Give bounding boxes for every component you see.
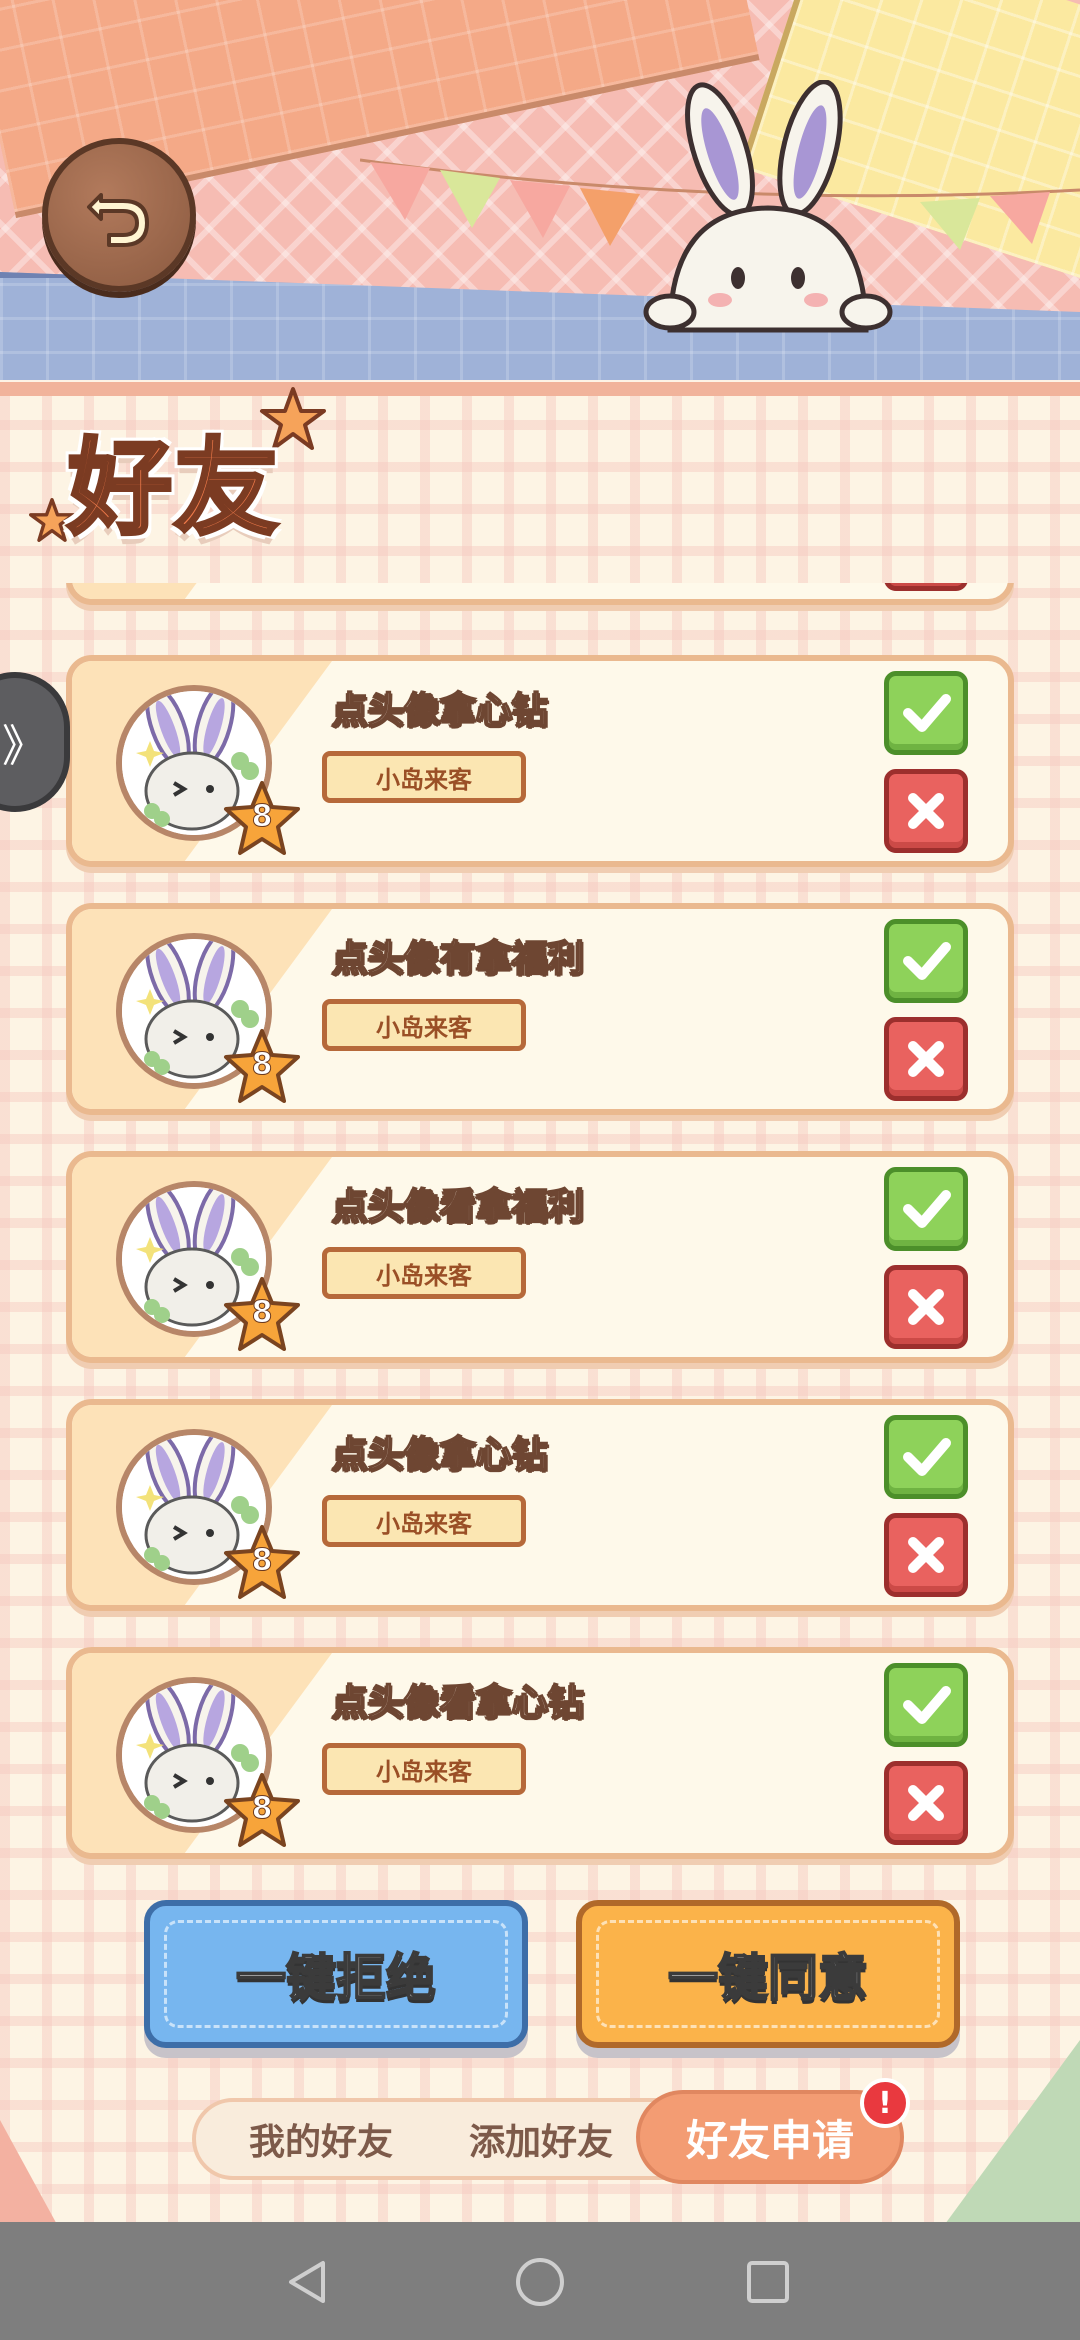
friend-name: 点头像拿心钻 bbox=[331, 1433, 549, 1476]
decline-button[interactable] bbox=[884, 1513, 968, 1597]
accept-button[interactable] bbox=[884, 1663, 968, 1747]
reject-all-button[interactable]: 一键拒绝 bbox=[144, 1900, 528, 2048]
friend-request-card: 8 点头像看拿心钻 小岛来客 bbox=[66, 1647, 1014, 1859]
friends-tab-bar: 我的好友 添加好友 好友申请 bbox=[192, 2090, 904, 2184]
square-recents-icon bbox=[747, 2261, 789, 2303]
nav-back-button[interactable] bbox=[278, 2252, 338, 2312]
level-number: 8 bbox=[251, 1543, 273, 1579]
back-button[interactable] bbox=[42, 138, 196, 292]
triangle-back-icon bbox=[289, 2261, 325, 2303]
nav-recents-button[interactable] bbox=[738, 2252, 798, 2312]
friend-request-card-partial bbox=[66, 583, 1014, 605]
level-number: 8 bbox=[251, 1295, 273, 1331]
close-icon bbox=[908, 1537, 944, 1573]
page-title-badge: 好友 bbox=[28, 385, 338, 555]
accept-all-button[interactable]: 一键同意 bbox=[576, 1900, 960, 2048]
double-chevron-right-icon: 》 bbox=[2, 721, 46, 772]
header-banner bbox=[0, 0, 1080, 380]
check-icon bbox=[903, 942, 951, 980]
friend-name: 点头像看拿福利 bbox=[331, 1185, 585, 1228]
friend-tag: 小岛来客 bbox=[322, 751, 526, 803]
tab-my-friends[interactable]: 我的好友 bbox=[216, 2102, 426, 2176]
circle-home-icon bbox=[516, 2258, 564, 2306]
system-nav-bar bbox=[0, 2222, 1080, 2340]
check-icon bbox=[903, 1686, 951, 1724]
friend-tag: 小岛来客 bbox=[322, 1743, 526, 1795]
accept-button[interactable] bbox=[884, 1167, 968, 1251]
nav-home-button[interactable] bbox=[510, 2252, 570, 2312]
level-number: 8 bbox=[251, 799, 273, 835]
page-title: 好友 bbox=[66, 425, 281, 551]
accept-all-label: 一键同意 bbox=[667, 1948, 869, 2008]
level-badge: 8 bbox=[222, 1771, 302, 1851]
bunny-icon bbox=[643, 80, 893, 333]
level-number: 8 bbox=[251, 1047, 273, 1083]
friend-name: 点头像看拿心钻 bbox=[331, 1681, 585, 1724]
level-badge: 8 bbox=[222, 779, 302, 859]
accept-button[interactable] bbox=[884, 671, 968, 755]
decline-button[interactable] bbox=[884, 583, 968, 591]
level-badge: 8 bbox=[222, 1523, 302, 1603]
check-icon bbox=[903, 694, 951, 732]
alert-badge: ! bbox=[860, 2078, 910, 2128]
decline-button[interactable] bbox=[884, 769, 968, 853]
close-icon bbox=[908, 793, 944, 829]
friend-tag: 小岛来客 bbox=[322, 999, 526, 1051]
friend-request-card: 8 点头像拿心钻 小岛来客 bbox=[66, 1399, 1014, 1611]
decline-button[interactable] bbox=[884, 1017, 968, 1101]
accept-button[interactable] bbox=[884, 1415, 968, 1499]
level-badge: 8 bbox=[222, 1275, 302, 1355]
check-icon bbox=[903, 1438, 951, 1476]
friend-name: 点头像拿心钻 bbox=[331, 689, 549, 732]
level-number: 8 bbox=[251, 1791, 273, 1827]
friend-request-card: 8 点头像看拿福利 小岛来客 bbox=[66, 1151, 1014, 1363]
card-highlight bbox=[72, 583, 332, 599]
friend-request-card: 8 点头像有拿福利 小岛来客 bbox=[66, 903, 1014, 1115]
check-icon bbox=[903, 1190, 951, 1228]
back-arrow-icon bbox=[87, 193, 149, 247]
decline-button[interactable] bbox=[884, 1265, 968, 1349]
friend-tag: 小岛来客 bbox=[322, 1247, 526, 1299]
reject-all-label: 一键拒绝 bbox=[235, 1948, 437, 2008]
tab-add-friend[interactable]: 添加好友 bbox=[436, 2102, 646, 2176]
friend-tag: 小岛来客 bbox=[322, 1495, 526, 1547]
close-icon bbox=[908, 1785, 944, 1821]
close-icon bbox=[908, 1289, 944, 1325]
level-badge: 8 bbox=[222, 1027, 302, 1107]
close-icon bbox=[908, 1041, 944, 1077]
friend-request-list[interactable]: 8 点头像拿心钻 小岛来客 8 点头像有拿福利 小岛来客 8 点头像看拿福利 小… bbox=[0, 583, 1080, 1883]
friend-name: 点头像有拿福利 bbox=[331, 937, 585, 980]
friend-request-card: 8 点头像拿心钻 小岛来客 bbox=[66, 655, 1014, 867]
accept-button[interactable] bbox=[884, 919, 968, 1003]
decline-button[interactable] bbox=[884, 1761, 968, 1845]
